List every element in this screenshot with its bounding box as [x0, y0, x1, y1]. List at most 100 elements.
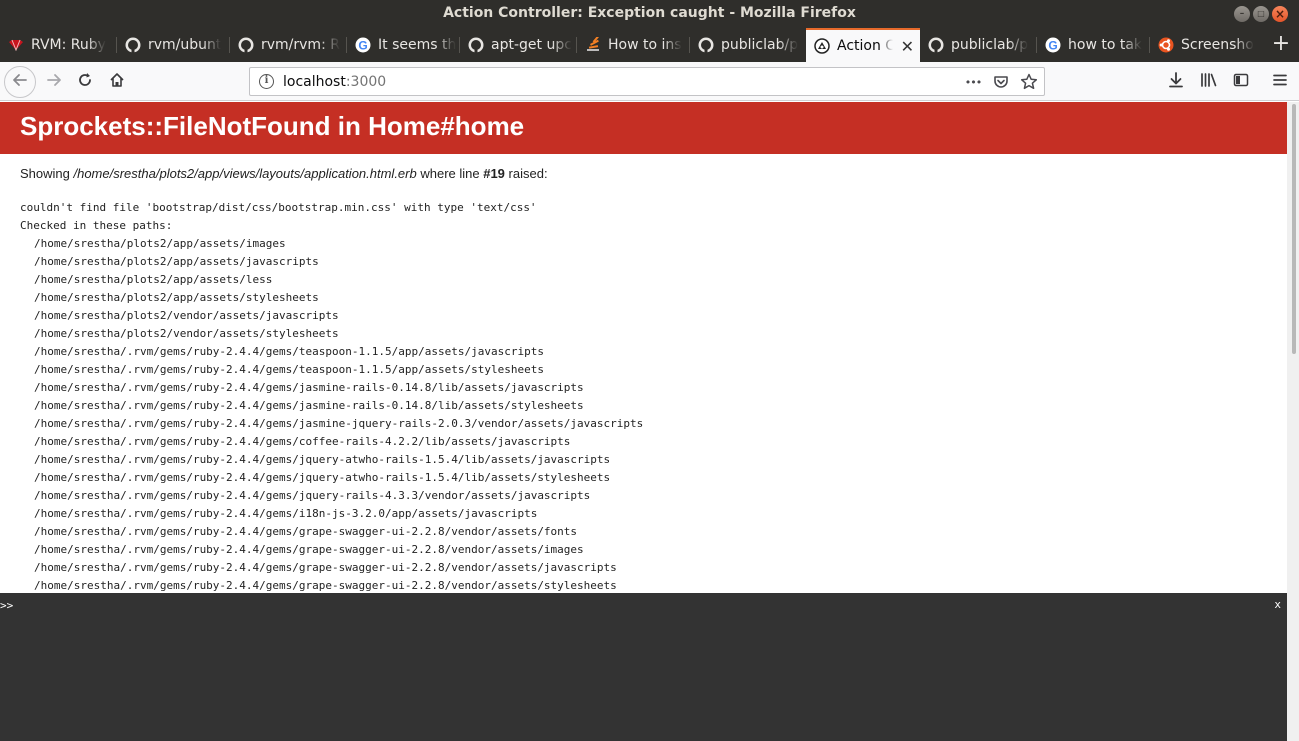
reload-icon — [77, 72, 93, 92]
home-icon — [109, 72, 125, 92]
github-icon — [928, 37, 944, 53]
vertical-scrollbar[interactable] — [1287, 102, 1299, 741]
asset-path-row: /home/srestha/.rvm/gems/ruby-2.4.4/gems/… — [34, 345, 544, 358]
google-icon: G — [355, 37, 371, 53]
console-prompt[interactable]: >> — [0, 599, 13, 612]
asset-path-row: /home/srestha/.rvm/gems/ruby-2.4.4/gems/… — [34, 507, 538, 520]
hamburger-menu-icon — [1272, 72, 1288, 92]
library-icon — [1200, 72, 1218, 92]
forward-button[interactable] — [42, 70, 66, 94]
console-close-button[interactable]: x — [1274, 598, 1281, 611]
tab-label: publiclab/p — [721, 37, 799, 53]
github-icon — [125, 37, 141, 53]
tab-label: rvm/ubunt — [148, 37, 222, 53]
asset-path-row: /home/srestha/plots2/app/assets/styleshe… — [34, 291, 319, 304]
checked-paths-list: /home/srestha/plots2/app/assets/images/h… — [20, 235, 643, 593]
rvm-icon — [8, 37, 24, 53]
tab-publiclab-1[interactable]: publiclab/p — [690, 28, 806, 62]
google-icon: G — [1045, 37, 1061, 53]
bookmark-star-icon[interactable] — [1019, 72, 1039, 92]
asset-path-row: /home/srestha/.rvm/gems/ruby-2.4.4/gems/… — [34, 561, 617, 574]
checked-paths-label: Checked in these paths: — [20, 219, 173, 232]
window-titlebar: Action Controller: Exception caught - Mo… — [0, 0, 1299, 28]
url-port: :3000 — [345, 74, 387, 90]
close-window-button[interactable]: × — [1272, 6, 1288, 22]
line-number: #19 — [483, 166, 505, 181]
tab-label: Screensho — [1181, 37, 1254, 53]
tab-action-controller[interactable]: Action C ✕ — [806, 28, 920, 62]
pocket-icon[interactable] — [991, 72, 1011, 92]
downloads-button[interactable] — [1164, 70, 1188, 94]
tab-label: publiclab/p — [951, 37, 1029, 53]
asset-path-row: /home/srestha/.rvm/gems/ruby-2.4.4/gems/… — [34, 363, 544, 376]
minimize-button[interactable]: – — [1234, 6, 1250, 22]
tab-label: How to ins — [608, 37, 682, 53]
tab-google-it-seems[interactable]: G It seems th — [347, 28, 460, 62]
tab-label: rvm/rvm: R — [261, 37, 340, 53]
back-arrow-icon — [12, 72, 28, 92]
page-content: Sprockets::FileNotFound in Home#home Sho… — [0, 102, 1287, 593]
url-text[interactable]: localhost:3000 — [283, 74, 386, 90]
asset-path-row: /home/srestha/plots2/app/assets/less — [34, 273, 273, 286]
asset-path-row: /home/srestha/plots2/vendor/assets/style… — [34, 327, 339, 340]
scrollbar-thumb[interactable] — [1292, 104, 1296, 354]
close-tab-icon[interactable]: ✕ — [901, 37, 914, 56]
asset-path-row: /home/srestha/.rvm/gems/ruby-2.4.4/gems/… — [34, 489, 591, 502]
forward-arrow-icon — [46, 72, 62, 92]
back-button[interactable] — [4, 66, 36, 98]
window-title: Action Controller: Exception caught - Mo… — [443, 5, 856, 21]
reload-button[interactable] — [73, 70, 97, 94]
url-host: localhost — [283, 74, 346, 90]
asset-path-row: /home/srestha/plots2/app/assets/images — [34, 237, 286, 250]
maximize-button[interactable]: □ — [1253, 6, 1269, 22]
tab-screenshot[interactable]: Screensho — [1150, 28, 1267, 62]
tab-rvm-rvm[interactable]: rvm/rvm: R — [230, 28, 347, 62]
github-icon — [468, 37, 484, 53]
asset-path-row: /home/srestha/plots2/vendor/assets/javas… — [34, 309, 339, 322]
template-path: /home/srestha/plots2/app/views/layouts/a… — [73, 166, 417, 181]
error-location: Showing /home/srestha/plots2/app/views/l… — [20, 166, 548, 181]
close-icon: × — [1274, 7, 1286, 21]
tab-label: It seems th — [378, 37, 457, 53]
sidebar-icon — [1233, 72, 1249, 92]
github-icon — [698, 37, 714, 53]
tab-strip: RVM: Ruby rvm/ubunt rvm/rvm: R G It seem… — [0, 28, 1299, 62]
asset-path-row: /home/srestha/.rvm/gems/ruby-2.4.4/gems/… — [34, 525, 578, 538]
tab-label: apt-get upc — [491, 37, 572, 53]
home-button[interactable] — [105, 70, 129, 94]
tab-publiclab-2[interactable]: publiclab/p — [920, 28, 1037, 62]
asset-path-row: /home/srestha/.rvm/gems/ruby-2.4.4/gems/… — [34, 453, 611, 466]
error-header: Sprockets::FileNotFound in Home#home — [0, 102, 1287, 154]
tab-rvm-ruby[interactable]: RVM: Ruby — [0, 28, 117, 62]
tab-label: how to tak — [1068, 37, 1143, 53]
error-title: Sprockets::FileNotFound in Home#home — [20, 111, 525, 141]
tab-how-to-install[interactable]: How to ins — [577, 28, 690, 62]
menu-button[interactable] — [1268, 70, 1292, 94]
stackexchange-icon — [585, 37, 601, 53]
error-trace: couldn't find file 'bootstrap/dist/css/b… — [20, 199, 643, 593]
tab-apt-get[interactable]: apt-get upc — [460, 28, 577, 62]
tab-label: Action C — [837, 38, 893, 54]
tab-label: RVM: Ruby — [31, 37, 106, 53]
github-icon — [238, 37, 254, 53]
ubuntu-icon — [1158, 37, 1174, 53]
tab-how-to-take[interactable]: G how to tak — [1037, 28, 1150, 62]
asset-path-row: /home/srestha/.rvm/gems/ruby-2.4.4/gems/… — [34, 399, 584, 412]
site-info-icon[interactable]: i — [259, 74, 274, 89]
sidebar-button[interactable] — [1229, 70, 1253, 94]
web-console[interactable]: >> x — [0, 593, 1287, 741]
navigation-bar: i localhost:3000 ••• — [0, 62, 1299, 101]
asset-path-row: /home/srestha/.rvm/gems/ruby-2.4.4/gems/… — [34, 543, 584, 556]
minimize-icon: – — [1239, 8, 1245, 19]
tab-rvm-ubuntu[interactable]: rvm/ubunt — [117, 28, 230, 62]
window-controls: – □ × — [1234, 6, 1288, 22]
download-icon — [1168, 72, 1184, 92]
asset-path-row: /home/srestha/.rvm/gems/ruby-2.4.4/gems/… — [34, 417, 644, 430]
asset-path-row: /home/srestha/.rvm/gems/ruby-2.4.4/gems/… — [34, 381, 584, 394]
url-bar[interactable]: i localhost:3000 ••• — [249, 67, 1045, 96]
library-button[interactable] — [1197, 70, 1221, 94]
maximize-icon: □ — [1257, 9, 1265, 18]
new-tab-button[interactable]: + — [1269, 32, 1293, 56]
page-actions-icon[interactable]: ••• — [963, 72, 983, 92]
svg-text:G: G — [1048, 39, 1057, 53]
